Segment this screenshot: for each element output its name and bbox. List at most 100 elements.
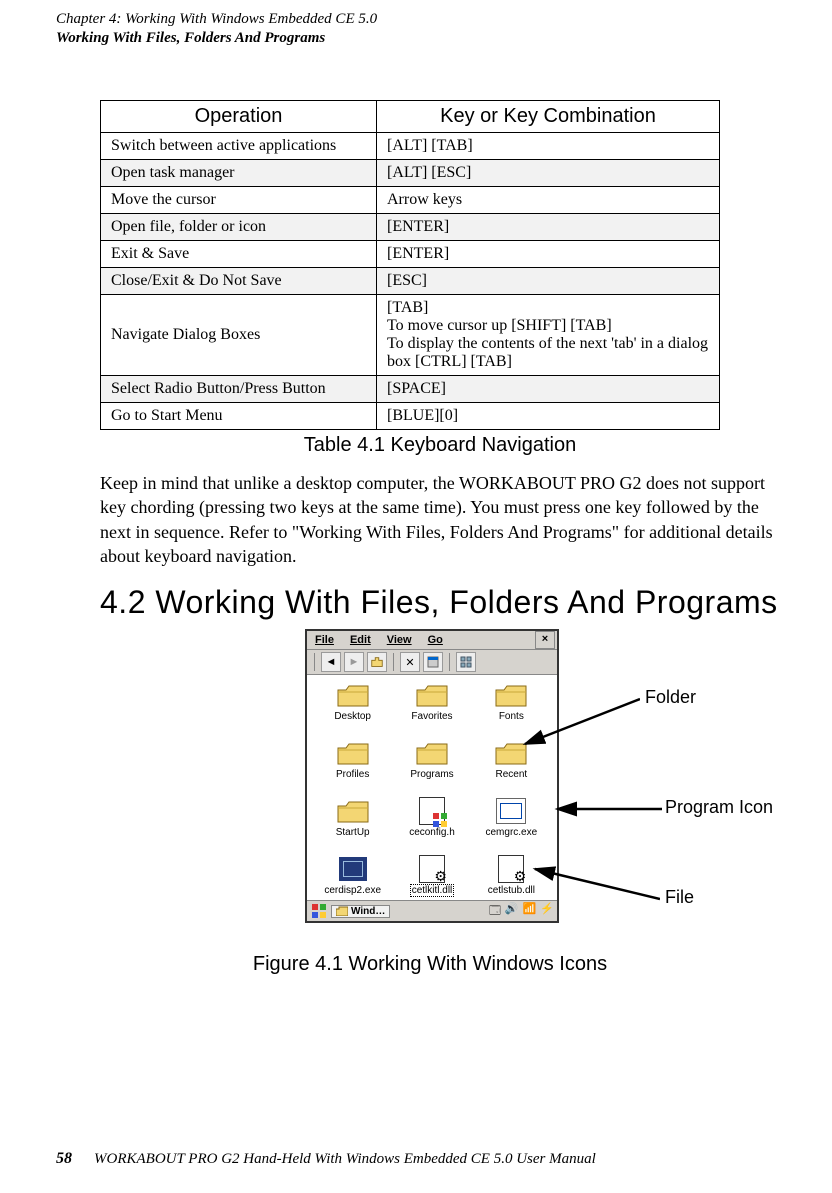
menu-view[interactable]: View [379,632,420,648]
delete-button[interactable]: ✕ [400,652,420,672]
annotation-program: Program Icon [665,797,773,818]
tray-network-icon[interactable]: 📶 [523,902,537,921]
folder-item[interactable]: Favorites [394,681,469,737]
figure-caption: Figure 4.1 Working With Windows Icons [90,953,770,976]
item-label: Recent [474,769,549,780]
item-label: Profiles [315,769,390,780]
folder-item[interactable]: StartUp [315,797,390,853]
table-cell-operation: Go to Start Menu [101,403,377,430]
toolbar-separator [393,653,394,671]
table-row: Navigate Dialog Boxes[TAB] To move curso… [101,295,720,376]
table-row: Open task manager[ALT] [ESC] [101,160,720,187]
table-cell-operation: Select Radio Button/Press Button [101,376,377,403]
table-cell-operation: Close/Exit & Do Not Save [101,268,377,295]
folder-icon [336,681,370,709]
keyboard-navigation-table: Operation Key or Key Combination Switch … [100,100,720,430]
table-cell-key: [ENTER] [377,214,720,241]
table-cell-key: [TAB] To move cursor up [SHIFT] [TAB] To… [377,295,720,376]
header-section: Working With Files, Folders And Programs [56,29,776,48]
annotation-file: File [665,887,694,908]
program-icon [336,855,370,883]
system-tray: 🗔 🔊 📶 ⚡ [489,902,554,921]
table-head-operation: Operation [101,101,377,133]
item-label: cetlkitl.dll [394,885,469,896]
table-row: Select Radio Button/Press Button[SPACE] [101,376,720,403]
header-chapter: Chapter 4: Working With Windows Embedded… [56,10,776,29]
page-number: 58 [56,1150,72,1168]
table-row: Exit & Save[ENTER] [101,241,720,268]
table-cell-key: [ALT] [TAB] [377,133,720,160]
table-row: Move the cursorArrow keys [101,187,720,214]
file-item[interactable]: ceconfig.h [394,797,469,853]
tray-icon[interactable]: 🗔 [489,902,501,921]
toolbar: ◄ ► ✕ [307,650,557,675]
body-paragraph: Keep in mind that unlike a desktop compu… [100,471,780,568]
item-label: Programs [394,769,469,780]
table-cell-operation: Open task manager [101,160,377,187]
table-caption: Table 4.1 Keyboard Navigation [100,434,780,457]
table-cell-operation: Move the cursor [101,187,377,214]
item-label: StartUp [315,827,390,838]
toolbar-separator [449,653,450,671]
figure-wrap: File Edit View Go × ◄ ► ✕ [100,629,780,949]
table-row: Switch between active applications[ALT] … [101,133,720,160]
start-button[interactable] [310,903,328,919]
table-cell-key: [ENTER] [377,241,720,268]
folder-icon [336,739,370,767]
table-cell-key: [SPACE] [377,376,720,403]
item-label: Favorites [394,711,469,722]
program-icon [494,797,528,825]
item-label: cerdisp2.exe [315,885,390,896]
folder-item[interactable]: Programs [394,739,469,795]
views-button[interactable] [456,652,476,672]
item-label: Desktop [315,711,390,722]
table-row: Go to Start Menu[BLUE][0] [101,403,720,430]
table-cell-operation: Navigate Dialog Boxes [101,295,377,376]
taskbar: Wind… 🗔 🔊 📶 ⚡ [307,900,557,921]
table-cell-key: [ESC] [377,268,720,295]
footer-text: WORKABOUT PRO G2 Hand-Held With Windows … [94,1151,596,1168]
table-row: Close/Exit & Do Not Save[ESC] [101,268,720,295]
close-button[interactable]: × [535,631,555,649]
arrow-file [530,864,660,904]
menu-go[interactable]: Go [420,632,451,648]
table-cell-operation: Open file, folder or icon [101,214,377,241]
menu-file[interactable]: File [307,632,342,648]
properties-button[interactable] [423,652,443,672]
taskbar-task-label: Wind… [351,906,385,917]
page-header: Chapter 4: Working With Windows Embedded… [56,10,776,48]
tray-power-icon[interactable]: ⚡ [540,902,554,921]
arrow-folder [520,689,640,749]
table-cell-operation: Exit & Save [101,241,377,268]
file-icon: ⚙ [415,855,449,883]
back-button[interactable]: ◄ [321,652,341,672]
arrow-program [552,799,662,819]
table-cell-key: [ALT] [ESC] [377,160,720,187]
menubar: File Edit View Go × [307,631,557,650]
item-label: ceconfig.h [394,827,469,838]
forward-button[interactable]: ► [344,652,364,672]
folder-item[interactable]: Profiles [315,739,390,795]
section-heading: 4.2 Working With Files, Folders And Prog… [100,584,780,621]
toolbar-separator [314,653,315,671]
table-cell-key: [BLUE][0] [377,403,720,430]
folder-icon [336,797,370,825]
file-icon [415,797,449,825]
item-label: cemgrc.exe [474,827,549,838]
page-footer: 58 WORKABOUT PRO G2 Hand-Held With Windo… [56,1150,776,1168]
table-row: Open file, folder or icon[ENTER] [101,214,720,241]
annotation-folder: Folder [645,687,696,708]
up-button[interactable] [367,652,387,672]
table-head-key: Key or Key Combination [377,101,720,133]
explorer-window: File Edit View Go × ◄ ► ✕ [305,629,559,923]
folder-icon [415,681,449,709]
tray-speaker-icon[interactable]: 🔊 [505,902,519,921]
folder-icon [415,739,449,767]
taskbar-task[interactable]: Wind… [331,905,390,918]
file-icon: ⚙ [494,855,528,883]
table-cell-key: Arrow keys [377,187,720,214]
folder-item[interactable]: Desktop [315,681,390,737]
menu-edit[interactable]: Edit [342,632,379,648]
table-cell-operation: Switch between active applications [101,133,377,160]
program-item[interactable]: cemgrc.exe [474,797,549,853]
